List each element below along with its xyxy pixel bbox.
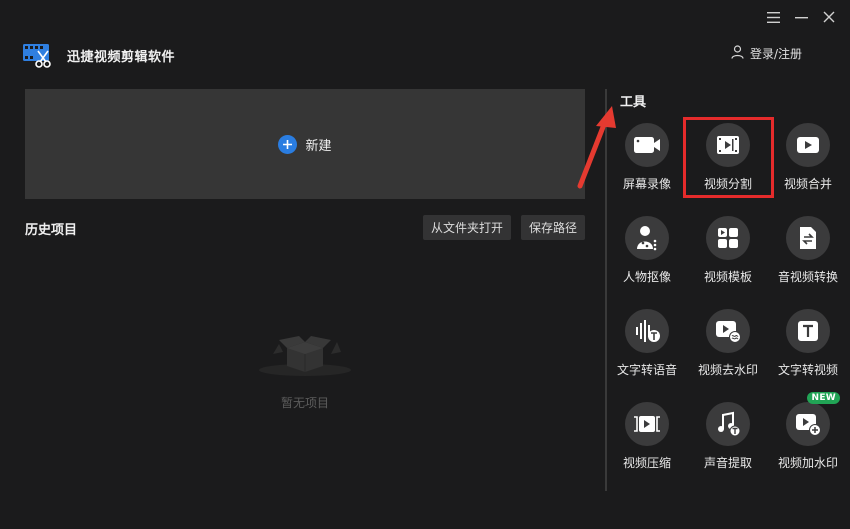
app-title: 迅捷视频剪辑软件 — [67, 50, 176, 65]
tools-title: 工具 — [620, 95, 647, 110]
minimize-icon[interactable] — [794, 10, 808, 24]
tool-audio-extract[interactable]: 声音提取 — [688, 402, 768, 471]
tool-label: 文字转语音 — [616, 363, 677, 377]
tool-label: 人物抠像 — [622, 270, 671, 284]
template-icon — [706, 216, 750, 260]
new-project-label: 新建 — [305, 138, 332, 154]
history-title: 历史项目 — [25, 223, 78, 238]
empty-text: 暂无项目 — [280, 396, 329, 410]
window-controls — [766, 10, 836, 24]
tool-label: 视频压缩 — [622, 456, 671, 470]
film-split-icon — [706, 123, 750, 167]
tool-label: 视频去水印 — [697, 363, 758, 377]
add-watermark-icon: NEW — [786, 392, 840, 446]
text-to-speech-icon — [625, 309, 669, 353]
save-path-button[interactable]: 保存路径 — [521, 215, 586, 240]
camera-icon — [625, 123, 669, 167]
tool-label: 视频模板 — [703, 270, 752, 284]
tool-video-template[interactable]: 视频模板 — [688, 216, 768, 285]
plus-icon — [278, 134, 298, 154]
tool-label: 声音提取 — [703, 456, 752, 470]
open-from-folder-button[interactable]: 从文件夹打开 — [423, 215, 512, 240]
login-label: 登录/注册 — [749, 47, 802, 61]
tool-label: 文字转视频 — [777, 363, 838, 377]
tool-text-to-speech[interactable]: 文字转语音 — [607, 309, 687, 378]
login-button[interactable]: 登录/注册 — [731, 45, 802, 62]
menu-icon[interactable] — [766, 10, 780, 24]
tool-video-merge[interactable]: 视频合并 — [768, 123, 848, 192]
tool-add-watermark[interactable]: NEW 视频加水印 — [768, 392, 848, 471]
tool-text-to-video[interactable]: 文字转视频 — [768, 309, 848, 378]
close-icon[interactable] — [822, 10, 836, 24]
remove-watermark-icon — [706, 309, 750, 353]
tool-remove-watermark[interactable]: 视频去水印 — [688, 309, 768, 378]
new-project-button[interactable]: 新建 — [278, 134, 332, 154]
music-note-icon — [706, 402, 750, 446]
new-project-panel[interactable]: 新建 — [25, 89, 585, 199]
person-cutout-icon — [625, 216, 669, 260]
user-icon — [731, 45, 744, 62]
tool-video-split[interactable]: 视频分割 — [688, 123, 768, 192]
play-icon — [786, 123, 830, 167]
compress-icon — [625, 402, 669, 446]
tool-av-convert[interactable]: 音视频转换 — [768, 216, 848, 285]
empty-box-icon — [255, 330, 355, 380]
tool-label: 视频合并 — [783, 177, 832, 191]
tool-label: 音视频转换 — [777, 270, 838, 284]
text-icon — [786, 309, 830, 353]
tool-label: 屏幕录像 — [622, 177, 671, 191]
convert-icon — [786, 216, 830, 260]
tool-label: 视频加水印 — [777, 456, 838, 470]
tool-label: 视频分割 — [703, 177, 752, 191]
app-logo-icon — [22, 42, 52, 70]
empty-state: 暂无项目 — [245, 330, 365, 411]
tool-screen-record[interactable]: 屏幕录像 — [607, 123, 687, 192]
new-badge: NEW — [807, 392, 840, 404]
tool-person-cutout[interactable]: 人物抠像 — [607, 216, 687, 285]
tool-video-compress[interactable]: 视频压缩 — [607, 402, 687, 471]
